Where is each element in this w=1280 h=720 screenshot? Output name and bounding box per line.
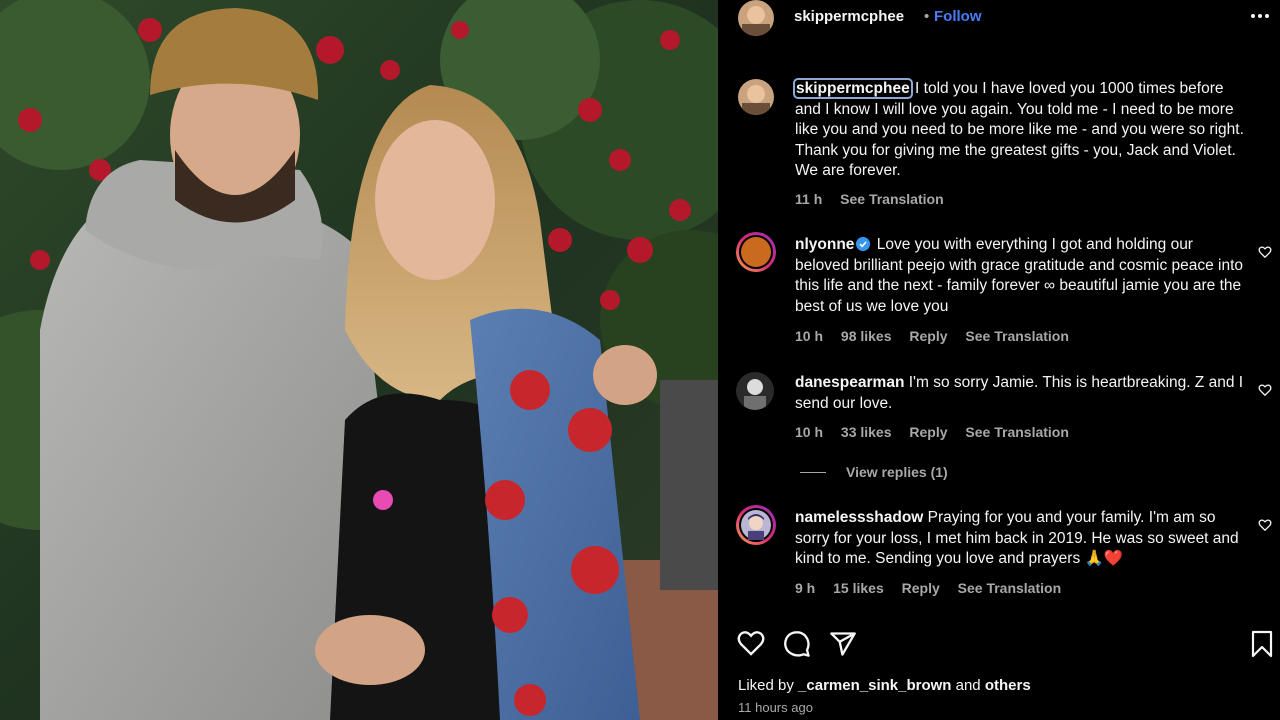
comment-see-translation[interactable]: See Translation [958,580,1061,596]
comment-text-block: danespearman I'm so sorry Jamie. This is… [795,373,1245,414]
comment-username[interactable]: nlyonne [795,236,854,253]
follow-button[interactable]: Follow [934,8,982,25]
comment-meta: 10 h 98 likes Reply See Translation [795,328,1083,344]
bookmark-icon[interactable] [1250,630,1274,658]
comment-reply-button[interactable]: Reply [909,328,947,344]
author-avatar[interactable] [738,0,774,36]
comment-likes[interactable]: 98 likes [841,328,892,344]
comment-meta: 10 h 33 likes Reply See Translation [795,424,1083,440]
post-photo[interactable] [0,0,718,720]
view-replies-button[interactable]: View replies (1) [846,464,948,480]
comment-see-translation[interactable]: See Translation [965,328,1068,344]
comment-username[interactable]: namelessshadow [795,509,923,526]
comment-reply-button[interactable]: Reply [909,424,947,440]
heart-icon[interactable] [737,630,765,656]
liked-by-prefix: Liked by [738,677,794,694]
comment-like-heart-icon[interactable] [1258,245,1272,259]
view-replies-line [800,472,826,473]
comment-likes[interactable]: 33 likes [841,424,892,440]
caption-text-block: skippermcphee I told you I have loved yo… [793,78,1245,182]
comment-see-translation[interactable]: See Translation [965,424,1068,440]
author-username[interactable]: skippermcphee [794,8,904,25]
comment-username[interactable]: danespearman [795,374,904,391]
caption-time[interactable]: 11 h [795,191,822,207]
post-header: skippermcphee • Follow [718,0,1280,36]
post-image [0,0,718,720]
comment-time[interactable]: 10 h [795,424,823,440]
caption-meta: 11 h See Translation [795,191,958,207]
post-timestamp[interactable]: 11 hours ago [738,700,813,715]
comment-likes[interactable]: 15 likes [833,580,884,596]
comment-reply-button[interactable]: Reply [902,580,940,596]
comment-avatar[interactable] [736,232,776,272]
more-icon[interactable] [1250,8,1270,24]
comment-avatar[interactable] [736,505,776,545]
post-sidebar: skippermcphee • Follow skippermcphee I t… [718,0,1280,720]
comment-like-heart-icon[interactable] [1258,518,1272,532]
comment-avatar[interactable] [736,372,774,410]
send-icon[interactable] [829,630,857,658]
liked-by-user[interactable]: _carmen_sink_brown [798,677,951,694]
liked-by-and: and [955,677,981,694]
comment-icon[interactable] [783,630,811,658]
caption-username[interactable]: skippermcphee [793,78,913,99]
liked-by-others[interactable]: others [985,677,1031,694]
caption-see-translation[interactable]: See Translation [840,191,943,207]
comment-like-heart-icon[interactable] [1258,383,1272,397]
comment-text-block: namelessshadow Praying for you and your … [795,508,1245,570]
caption-avatar[interactable] [738,79,774,115]
comment-meta: 9 h 15 likes Reply See Translation [795,580,1075,596]
liked-by: Liked by _carmen_sink_brown and others [738,677,1031,694]
comment-time[interactable]: 10 h [795,328,823,344]
comment-text-block: nlyonne Love you with everything I got a… [795,235,1245,317]
comment-time[interactable]: 9 h [795,580,815,596]
header-dot: • [924,8,930,25]
verified-badge-icon [856,237,871,251]
